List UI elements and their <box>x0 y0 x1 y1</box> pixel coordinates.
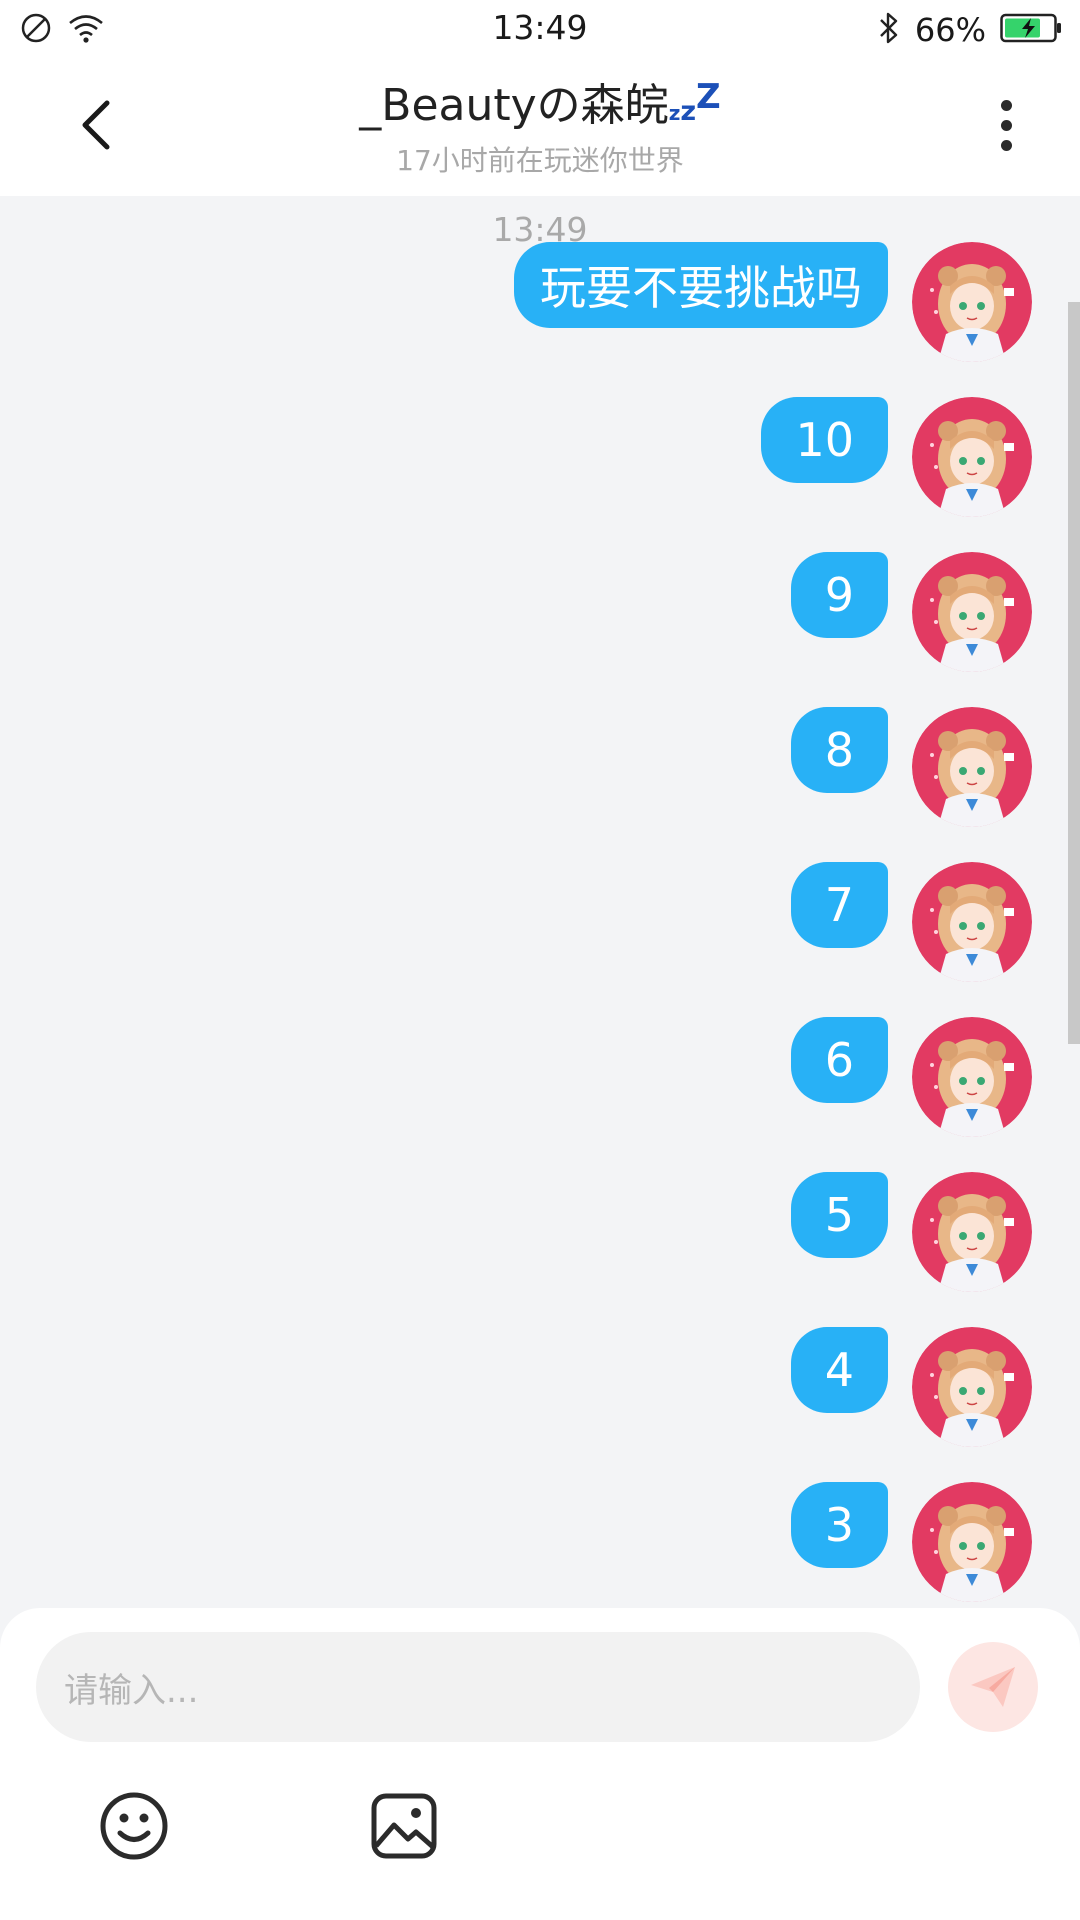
more-dot <box>1000 99 1012 111</box>
emoji-icon <box>100 1792 168 1860</box>
message-bubble[interactable]: 10 <box>761 397 888 483</box>
contact-name-text: _Beautyの森皖 <box>359 80 669 131</box>
chevron-left-icon <box>82 100 110 150</box>
emoji-button[interactable] <box>98 1790 170 1862</box>
avatar[interactable] <box>912 707 1032 827</box>
battery-charging-icon <box>1000 13 1062 47</box>
message-bubble[interactable]: 6 <box>790 1017 888 1103</box>
message-bubble[interactable]: 玩要不要挑战吗 <box>514 242 888 328</box>
status-bar: 13:49 66% <box>0 0 1080 60</box>
message-row: 10 <box>761 397 1032 517</box>
message-row: 6 <box>790 1017 1032 1137</box>
send-button[interactable] <box>948 1642 1038 1732</box>
battery-percent: 66% <box>914 11 986 49</box>
more-dot <box>1000 139 1012 151</box>
header-title-block: _Beautyの森皖zzZ 17小时前在玩迷你世界 <box>200 77 880 179</box>
status-right-icons: 66% <box>877 10 1062 50</box>
avatar[interactable] <box>912 397 1032 517</box>
avatar[interactable] <box>912 1017 1032 1137</box>
message-bubble[interactable]: 9 <box>790 552 888 638</box>
message-row: 3 <box>790 1482 1032 1602</box>
message-bubble[interactable]: 5 <box>790 1172 888 1258</box>
message-row: 4 <box>790 1327 1032 1447</box>
avatar[interactable] <box>912 1482 1032 1602</box>
chat-header: _Beautyの森皖zzZ 17小时前在玩迷你世界 <box>0 60 1080 196</box>
message-bubble[interactable]: 4 <box>790 1327 888 1413</box>
avatar[interactable] <box>912 1172 1032 1292</box>
send-icon <box>971 1667 1015 1707</box>
message-list[interactable]: 13:49 玩要不要挑战吗 10 9 8 7 6 5 4 3 <box>0 196 1080 1608</box>
bluetooth-icon <box>877 11 901 49</box>
message-row: 7 <box>790 862 1032 982</box>
composer-panel: 请输入... <box>0 1608 1080 1920</box>
avatar[interactable] <box>912 862 1032 982</box>
avatar[interactable] <box>912 1327 1032 1447</box>
back-button[interactable] <box>62 90 132 160</box>
message-bubble[interactable]: 8 <box>790 707 888 793</box>
avatar[interactable] <box>912 552 1032 672</box>
scrollbar[interactable] <box>1068 302 1080 1044</box>
contact-status: 17小时前在玩迷你世界 <box>396 144 684 177</box>
message-row: 5 <box>790 1172 1032 1292</box>
image-icon <box>371 1793 437 1859</box>
message-input[interactable]: 请输入... <box>36 1632 920 1742</box>
image-button[interactable] <box>370 1792 438 1860</box>
avatar[interactable] <box>912 242 1032 362</box>
message-row: 玩要不要挑战吗 <box>514 242 1032 362</box>
message-input-placeholder: 请输入... <box>64 1670 199 1711</box>
more-dot <box>1000 119 1012 131</box>
message-bubble[interactable]: 3 <box>790 1482 888 1568</box>
message-bubble[interactable]: 7 <box>790 862 888 948</box>
message-row: 8 <box>790 707 1032 827</box>
contact-name[interactable]: _Beautyの森皖zzZ <box>200 77 880 141</box>
message-row: 9 <box>790 552 1032 672</box>
chat-screen: 13:49 66% _Beautyの森皖zzZ 17小时前在玩迷你世界 13:4… <box>0 0 1080 1920</box>
more-options-button[interactable] <box>976 90 1036 160</box>
sleeping-zzz-icon: zzZ <box>668 77 721 127</box>
